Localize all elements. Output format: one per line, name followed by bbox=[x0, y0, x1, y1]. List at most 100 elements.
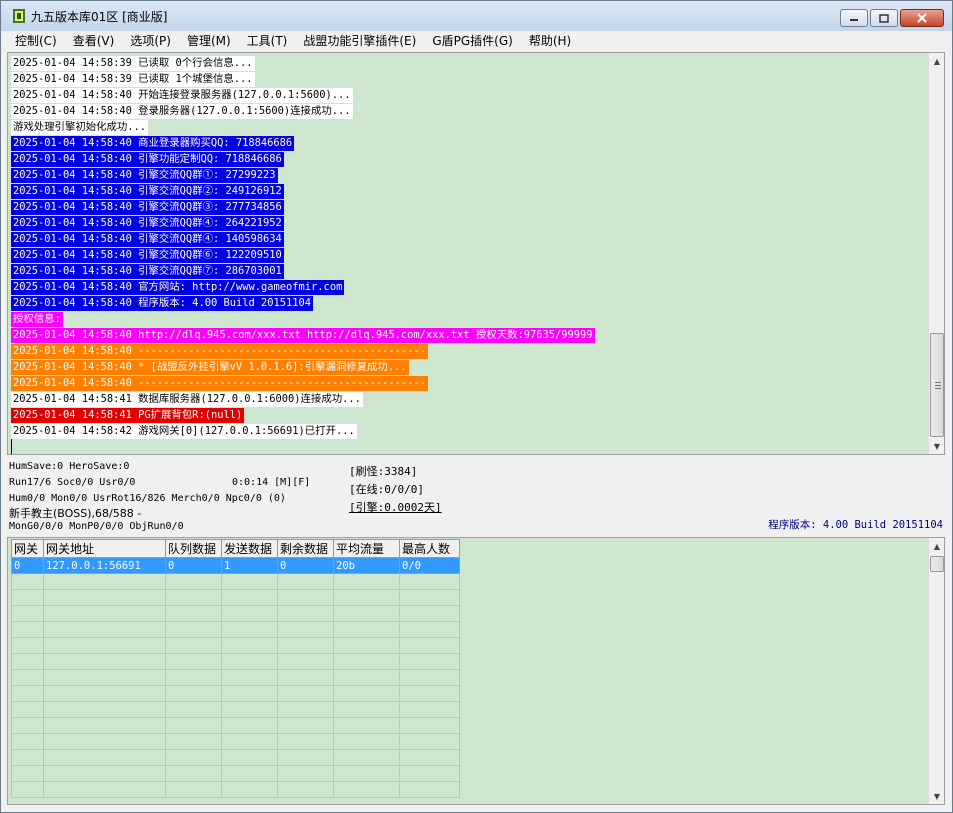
menu-manage[interactable]: 管理(M) bbox=[179, 32, 239, 49]
scroll-thumb[interactable] bbox=[930, 333, 944, 437]
table-cell bbox=[43, 589, 166, 606]
table-row[interactable]: 0 127.0.0.1:56691 0 1 0 20b 0/0 bbox=[11, 557, 460, 574]
grid-scrollbar[interactable]: ▲ ▼ bbox=[928, 538, 944, 804]
menu-bar: 控制(C) 查看(V) 选项(P) 管理(M) 工具(T) 战盟功能引擎插件(E… bbox=[1, 31, 952, 50]
log-line-text: 授权信息: bbox=[11, 312, 63, 327]
scroll-up-icon[interactable]: ▲ bbox=[929, 53, 944, 69]
table-cell bbox=[277, 621, 334, 638]
table-row[interactable] bbox=[11, 589, 460, 606]
grid-scroll-up-icon[interactable]: ▲ bbox=[929, 538, 944, 554]
menu-control[interactable]: 控制(C) bbox=[7, 32, 65, 49]
table-cell bbox=[221, 685, 278, 702]
status-time: 0:0:14 [M][F] bbox=[232, 477, 311, 488]
status-save: HumSave:0 HeroSave:0 bbox=[9, 461, 130, 472]
menu-engine-plugin[interactable]: 战盟功能引擎插件(E) bbox=[295, 32, 424, 49]
column-header[interactable]: 最高人数 bbox=[399, 539, 460, 558]
log-line: 2025-01-04 14:58:40 引擎功能定制QQ: 718846686 bbox=[11, 151, 595, 167]
table-row[interactable] bbox=[11, 733, 460, 750]
table-row[interactable] bbox=[11, 717, 460, 734]
menu-options[interactable]: 选项(P) bbox=[122, 32, 179, 49]
grid-scroll-down-icon[interactable]: ▼ bbox=[929, 788, 944, 804]
table-cell bbox=[333, 701, 400, 718]
menu-view[interactable]: 查看(V) bbox=[65, 32, 123, 49]
table-cell bbox=[43, 685, 166, 702]
scroll-down-icon[interactable]: ▼ bbox=[929, 438, 944, 454]
table-cell bbox=[399, 717, 460, 734]
table-row[interactable] bbox=[11, 637, 460, 654]
table-row[interactable] bbox=[11, 781, 460, 798]
table-cell bbox=[43, 733, 166, 750]
column-header[interactable]: 发送数据 bbox=[221, 539, 278, 558]
column-header[interactable]: 网关 bbox=[11, 539, 44, 558]
log-line-text: 2025-01-04 14:58:40 引擎交流QQ群③: 277734856 bbox=[11, 200, 284, 215]
table-cell bbox=[43, 653, 166, 670]
table-cell bbox=[333, 669, 400, 686]
grid-scroll-thumb[interactable] bbox=[930, 556, 944, 572]
table-cell bbox=[11, 637, 44, 654]
table-row[interactable] bbox=[11, 573, 460, 590]
table-cell bbox=[43, 669, 166, 686]
log-line: 2025-01-04 14:58:40 --------------------… bbox=[11, 375, 595, 391]
table-cell bbox=[399, 637, 460, 654]
table-row[interactable] bbox=[11, 685, 460, 702]
log-line: 2025-01-04 14:58:40 引擎交流QQ群⑦: 286703001 bbox=[11, 263, 595, 279]
column-header[interactable]: 队列数据 bbox=[165, 539, 222, 558]
maximize-icon bbox=[879, 13, 889, 23]
table-cell bbox=[399, 685, 460, 702]
minimize-button[interactable] bbox=[840, 9, 868, 27]
table-cell bbox=[43, 717, 166, 734]
menu-tools[interactable]: 工具(T) bbox=[239, 32, 296, 49]
log-line-text: 2025-01-04 14:58:40 引擎交流QQ群④: 264221952 bbox=[11, 216, 284, 231]
log-line-text: 2025-01-04 14:58:39 已读取 1个城堡信息... bbox=[11, 72, 255, 87]
log-line-text: 2025-01-04 14:58:40 引擎交流QQ群①: 27299223 bbox=[11, 168, 278, 183]
log-line-text: 2025-01-04 14:58:40 * [战盟反外挂引擎vV 1.0.1.6… bbox=[11, 360, 409, 375]
table-cell bbox=[333, 573, 400, 590]
table-row[interactable] bbox=[11, 749, 460, 766]
table-cell: 0 bbox=[165, 557, 222, 574]
table-row[interactable] bbox=[11, 765, 460, 782]
menu-gdun-plugin[interactable]: G盾PG插件(G) bbox=[424, 32, 521, 49]
column-header[interactable]: 剩余数据 bbox=[277, 539, 334, 558]
table-cell: 20b bbox=[333, 557, 400, 574]
log-line-text: 2025-01-04 14:58:40 --------------------… bbox=[11, 376, 428, 391]
log-line-text: 2025-01-04 14:58:40 商业登录器购买QQ: 718846686 bbox=[11, 136, 295, 151]
gateway-table: 网关 网关地址 队列数据 发送数据 剩余数据 平均流量 最高人数 0 127.0.0.1:56… bbox=[11, 539, 460, 798]
table-row[interactable] bbox=[11, 701, 460, 718]
title-bar[interactable]: 九五版本库01区 [商业版] bbox=[1, 1, 952, 31]
log-scrollbar[interactable]: ▲ ▼ bbox=[928, 53, 944, 454]
table-cell bbox=[399, 749, 460, 766]
status-panel: HumSave:0 HeroSave:0 Run17/6 Soc0/0 Usr0… bbox=[7, 458, 945, 536]
column-header[interactable]: 网关地址 bbox=[43, 539, 166, 558]
log-line-text: 2025-01-04 14:58:39 已读取 0个行会信息... bbox=[11, 56, 255, 71]
table-cell bbox=[11, 685, 44, 702]
table-row[interactable] bbox=[11, 621, 460, 638]
log-line: 2025-01-04 14:58:40 * [战盟反外挂引擎vV 1.0.1.6… bbox=[11, 359, 595, 375]
table-row[interactable] bbox=[11, 669, 460, 686]
log-line-text: 游戏处理引擎初始化成功... bbox=[11, 120, 149, 135]
table-cell bbox=[11, 573, 44, 590]
table-cell bbox=[43, 605, 166, 622]
menu-help[interactable]: 帮助(H) bbox=[521, 32, 579, 49]
log-line-text: 2025-01-04 14:58:40 引擎交流QQ群②: 249126912 bbox=[11, 184, 284, 199]
log-memo[interactable]: 2025-01-04 14:58:39 已读取 0个行会信息... 2025-01… bbox=[7, 52, 945, 455]
log-line: 2025-01-04 14:58:40 引擎交流QQ群④: 264221952 bbox=[11, 215, 595, 231]
program-version: 程序版本: 4.00 Build 20151104 bbox=[768, 519, 943, 531]
column-header[interactable]: 平均流量 bbox=[333, 539, 400, 558]
gateway-grid[interactable]: 网关 网关地址 队列数据 发送数据 剩余数据 平均流量 最高人数 0 127.0.0.1:56… bbox=[7, 537, 945, 805]
table-row[interactable] bbox=[11, 653, 460, 670]
maximize-button[interactable] bbox=[870, 9, 898, 27]
log-line-text: 2025-01-04 14:58:40 引擎交流QQ群④: 140598634 bbox=[11, 232, 284, 247]
table-row[interactable] bbox=[11, 605, 460, 622]
table-cell bbox=[277, 733, 334, 750]
table-cell: 0/0 bbox=[399, 557, 460, 574]
table-cell bbox=[277, 781, 334, 798]
close-button[interactable] bbox=[900, 9, 944, 27]
table-cell bbox=[165, 637, 222, 654]
table-cell bbox=[11, 781, 44, 798]
table-cell bbox=[11, 669, 44, 686]
engine-label[interactable]: [引擎:0.0002天] bbox=[349, 499, 442, 515]
table-cell bbox=[333, 749, 400, 766]
table-cell bbox=[165, 685, 222, 702]
log-line-text: 2025-01-04 14:58:41 数据库服务器(127.0.0.1:600… bbox=[11, 392, 363, 407]
table-cell bbox=[221, 573, 278, 590]
